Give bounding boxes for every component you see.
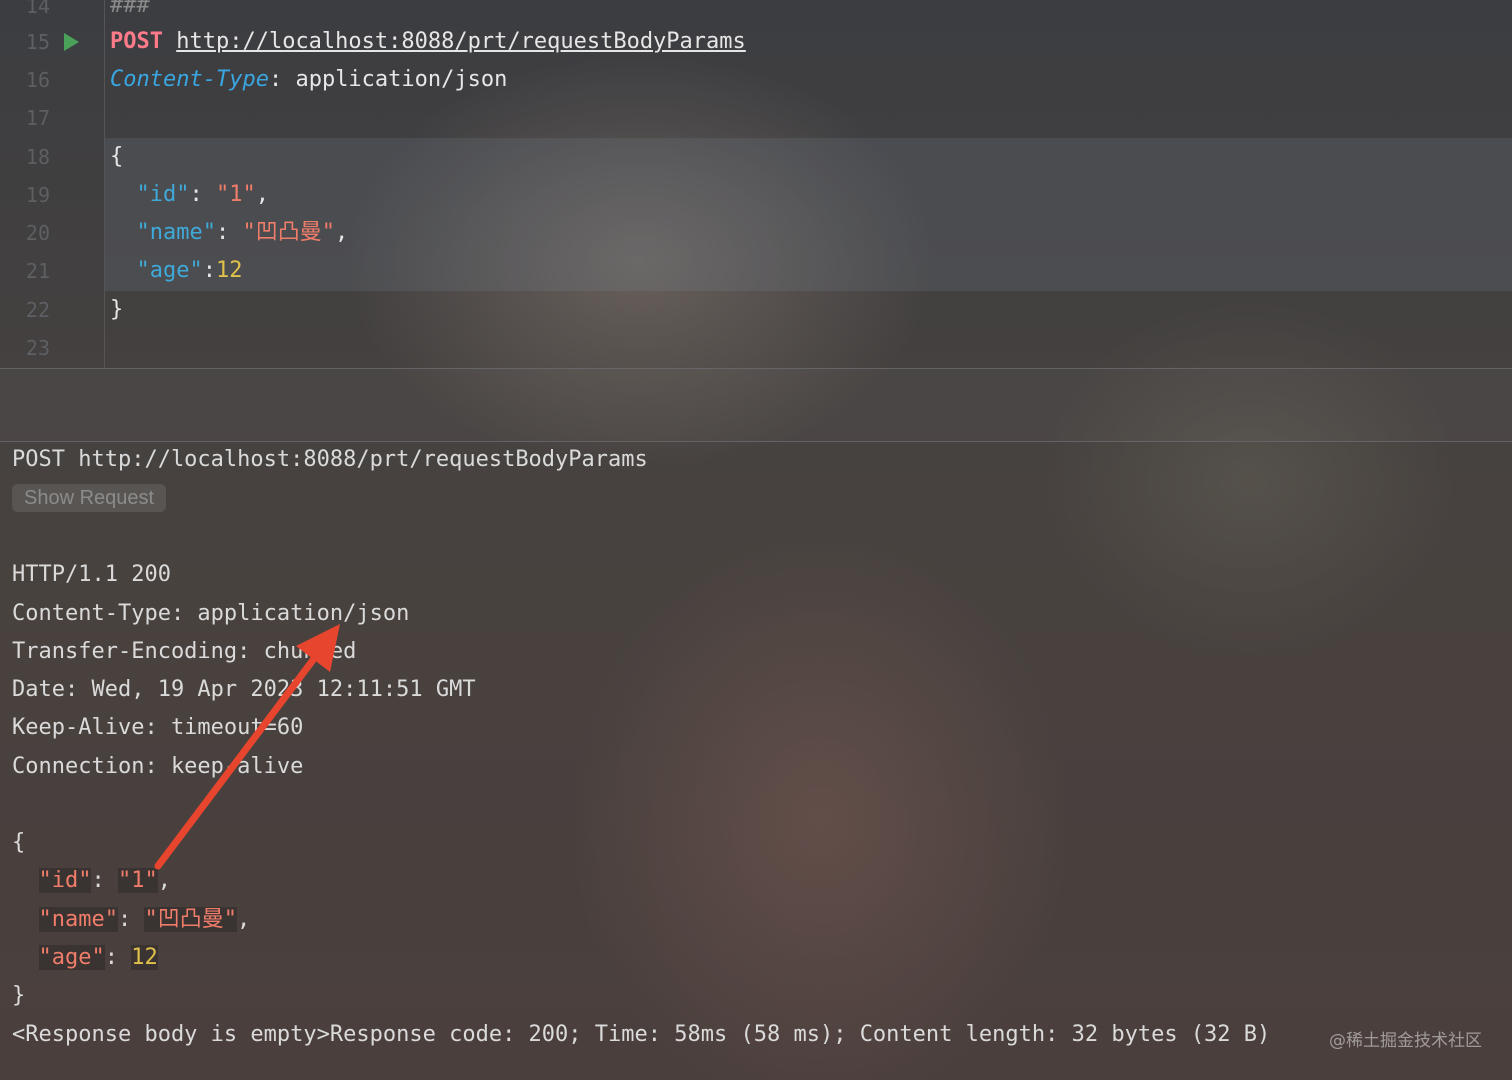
json-key: "id" [38, 868, 92, 893]
line-number-gutter: 14 15 16 17 18 19 20 21 22 23 [0, 0, 105, 368]
json-string-value: "1" [117, 868, 158, 893]
response-json-line-name: "name": "凹凸曼", [38, 907, 251, 932]
json-line-id: "id": "1", [136, 182, 269, 207]
response-header-line: Content-Type: application/json [12, 601, 410, 626]
json-key: "name" [136, 220, 216, 245]
line-number: 17 [25, 106, 50, 130]
json-string-value: "凹凸曼" [144, 907, 237, 932]
show-request-button[interactable]: Show Request [12, 484, 167, 512]
response-json-line-id: "id": "1", [38, 868, 171, 893]
json-line-age: "age":12 [136, 258, 243, 283]
response-json-close-brace: } [12, 983, 26, 1008]
header-separator: : [268, 67, 296, 92]
json-string-value: "凹凸曼" [242, 220, 335, 245]
line-number: 23 [25, 336, 50, 360]
json-number-value: 12 [215, 258, 243, 283]
json-key: "age" [136, 258, 203, 283]
header-name: Content-Type [110, 67, 269, 92]
json-key: "age" [38, 945, 105, 970]
line-number: 22 [25, 298, 50, 322]
response-header-line: Keep-Alive: timeout=60 [12, 715, 304, 740]
run-request-icon[interactable] [64, 33, 79, 51]
line-number: 16 [25, 68, 50, 92]
request-separator-comment: ### [110, 0, 150, 18]
request-header-line[interactable]: Content-Type: application/json [110, 61, 507, 99]
watermark: @稀土掘金技术社区 [1329, 1031, 1482, 1051]
line-number: 14 [25, 0, 50, 18]
json-open-brace: { [110, 144, 124, 169]
response-json-open-brace: { [12, 830, 26, 855]
json-close-brace: } [110, 297, 124, 322]
line-number: 21 [25, 259, 50, 283]
json-key: "name" [38, 907, 118, 932]
request-url-link[interactable]: http://localhost:8088/prt/requestBodyPar… [176, 29, 746, 54]
response-summary: <Response body is empty>Response code: 2… [12, 1022, 1271, 1047]
json-number-value: 12 [131, 945, 158, 970]
response-status-line: HTTP/1.1 200 [12, 562, 171, 587]
response-header-line: Transfer-Encoding: chunked [12, 639, 357, 664]
json-line-name: "name": "凹凸曼", [136, 220, 349, 245]
header-value: application/json [295, 67, 508, 92]
http-request-editor[interactable]: 14 15 16 17 18 19 20 21 22 23 ### POST h… [0, 0, 1512, 368]
http-method: POST [110, 29, 163, 54]
response-json-line-age: "age": 12 [38, 945, 158, 970]
request-line[interactable]: POST http://localhost:8088/prt/requestBo… [110, 23, 746, 61]
panel-splitter[interactable] [0, 368, 1512, 442]
line-number: 19 [25, 183, 50, 207]
json-key: "id" [136, 182, 190, 207]
line-number: 15 [25, 30, 50, 54]
line-number: 20 [25, 221, 50, 245]
line-number: 18 [25, 145, 50, 169]
response-request-line: POST http://localhost:8088/prt/requestBo… [12, 447, 648, 472]
response-header-line: Date: Wed, 19 Apr 2023 12:11:51 GMT [12, 677, 476, 702]
json-string-value: "1" [215, 182, 256, 207]
response-header-line: Connection: keep-alive [12, 754, 304, 779]
